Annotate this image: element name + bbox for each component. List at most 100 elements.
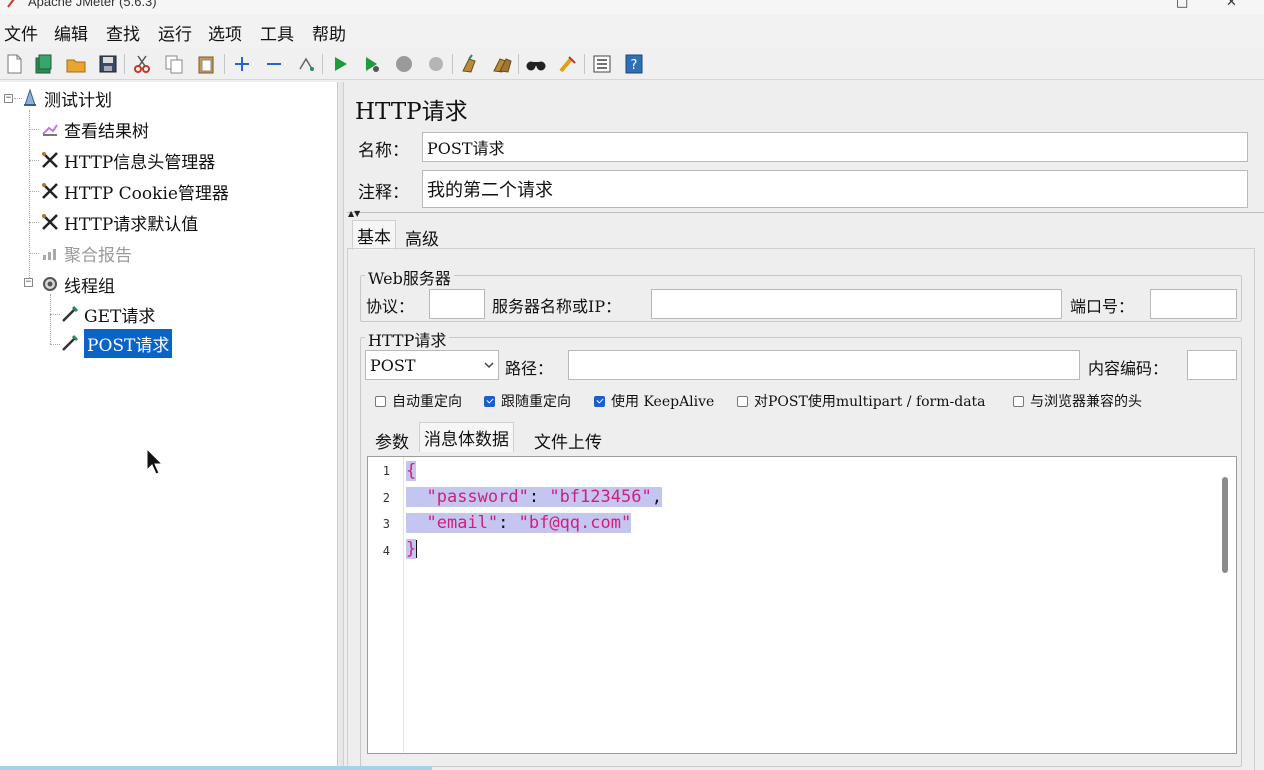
search-icon[interactable] [524,52,548,76]
code-line: } [406,536,418,562]
menu-file[interactable]: 文件 [4,20,38,45]
help-icon[interactable]: ? [622,52,646,76]
port-label: 端口号： [1070,297,1135,316]
code-line: { [406,458,417,484]
tab-body-data[interactable]: 消息体数据 [419,422,514,452]
code-line: "email": "bf@qq.com" [406,510,632,536]
auto-redirect-checkbox[interactable]: 自动重定向 [375,391,462,411]
start-icon[interactable] [328,52,352,76]
test-plan-tree: − 测试计划 查看结果树 HTTP信息头管理器 HTTP Cookie管理器 H… [0,82,338,770]
test-plan-icon [20,88,40,108]
menu-edit[interactable]: 编辑 [54,20,88,45]
tree-item-cookie-manager[interactable]: HTTP Cookie管理器 [40,178,229,204]
line-number-gutter: 1 2 3 4 [368,457,404,753]
code-line: "password": "bf123456", [406,484,662,510]
menu-run[interactable]: 运行 [158,20,192,45]
json-value: "bf@qq.com" [518,513,632,533]
splitter-arrows-icon[interactable]: ▲▼ [348,209,360,218]
jmeter-logo-icon [7,0,15,8]
http-request-panel: HTTP请求 名称： POST请求 注释： 我的第二个请求 ▲▼ 基本 高级 W… [345,82,1264,770]
encoding-label: 内容编码： [1088,359,1169,378]
page-title: HTTP请求 [355,99,468,125]
function-helper-icon[interactable] [590,52,614,76]
config-icon [40,212,60,232]
tab-basic[interactable]: 基本 [352,220,396,250]
follow-redirect-checkbox[interactable]: 跟随重定向 [484,391,571,411]
menu-options[interactable]: 选项 [208,20,242,45]
body-data-editor[interactable]: 1 2 3 4 { "password": "bf123456", "email… [367,456,1237,754]
reset-search-icon[interactable] [556,52,580,76]
open-icon[interactable] [64,52,88,76]
browser-compatible-headers-checkbox[interactable]: 与浏览器兼容的头 [1013,391,1142,411]
open-brace: { [406,461,417,481]
tree-item-aggregate-report[interactable]: 聚合报告 [40,240,132,266]
copy-icon[interactable] [162,52,186,76]
menu-help[interactable]: 帮助 [312,20,346,45]
tree-item-header-manager[interactable]: HTTP信息头管理器 [40,147,215,173]
checkbox-box-checked [484,395,495,407]
comment-field[interactable]: 我的第二个请求 [422,170,1248,208]
thread-group-collapse-toggle[interactable]: − [24,278,33,287]
panel-splitter[interactable] [339,82,344,770]
sampler-icon [60,304,80,324]
method-select[interactable]: POST [365,350,499,380]
tab-file-upload[interactable]: 文件上传 [530,426,606,455]
name-field[interactable]: POST请求 [422,132,1248,162]
config-icon [40,150,60,170]
close-brace: } [406,539,417,559]
line-number: 1 [382,464,390,478]
server-label: 服务器名称或IP： [492,297,622,316]
mouse-pointer-icon [146,448,164,475]
templates-icon[interactable] [32,52,56,76]
server-field[interactable] [651,289,1062,319]
editor-scrollbar[interactable] [1222,477,1228,573]
json-comma: , [651,487,662,507]
tree-collapse-toggle[interactable]: − [4,94,13,103]
listener-icon [40,119,60,139]
menu-tools[interactable]: 工具 [260,20,294,45]
tab-parameters[interactable]: 参数 [371,426,413,455]
divider [347,212,1264,213]
protocol-field[interactable] [429,289,485,319]
clear-all-icon[interactable] [490,52,514,76]
close-button[interactable]: ✕ [1226,0,1237,10]
maximize-button[interactable]: □ [1176,0,1188,10]
json-colon: : [498,513,519,533]
save-icon[interactable] [96,52,120,76]
tree-item-test-plan[interactable]: 测试计划 [20,85,112,111]
start-no-pause-icon[interactable] [360,52,384,76]
thread-group-icon [40,274,60,294]
paste-icon[interactable] [194,52,218,76]
web-server-legend: Web服务器 [365,265,454,289]
checkbox-box [375,395,386,407]
collapse-icon[interactable] [262,52,286,76]
new-icon[interactable] [2,52,26,76]
progress-strip [0,766,432,770]
toggle-icon[interactable] [294,52,318,76]
expand-icon[interactable] [230,52,254,76]
clear-icon[interactable] [458,52,482,76]
checkbox-box [737,395,748,407]
comment-label: 注释： [358,183,409,203]
checkbox-box-checked [594,395,605,407]
tree-item-thread-group[interactable]: 线程组 [40,271,115,297]
line-number: 4 [382,544,390,558]
tree-item-get-request[interactable]: GET请求 [60,301,155,327]
tree-item-post-request[interactable]: POST请求 [60,328,173,358]
line-number: 3 [382,517,390,531]
port-field[interactable] [1150,289,1237,319]
encoding-field[interactable] [1187,350,1237,380]
tree-item-view-results-tree[interactable]: 查看结果树 [40,116,149,142]
stop-icon[interactable] [392,52,416,76]
report-icon [40,243,60,263]
tree-item-request-defaults[interactable]: HTTP请求默认值 [40,209,198,235]
menu-search[interactable]: 查找 [106,20,140,45]
window-title: Apache JMeter (5.6.3) [28,0,157,9]
cut-icon[interactable] [130,52,154,76]
tree-item-post-request-label: POST请求 [84,328,173,358]
shutdown-icon[interactable] [424,52,448,76]
path-field[interactable] [568,350,1080,380]
multipart-checkbox[interactable]: 对POST使用multipart / form-data [737,391,986,411]
name-label: 名称： [358,141,409,161]
keepalive-checkbox[interactable]: 使用 KeepAlive [594,391,714,411]
